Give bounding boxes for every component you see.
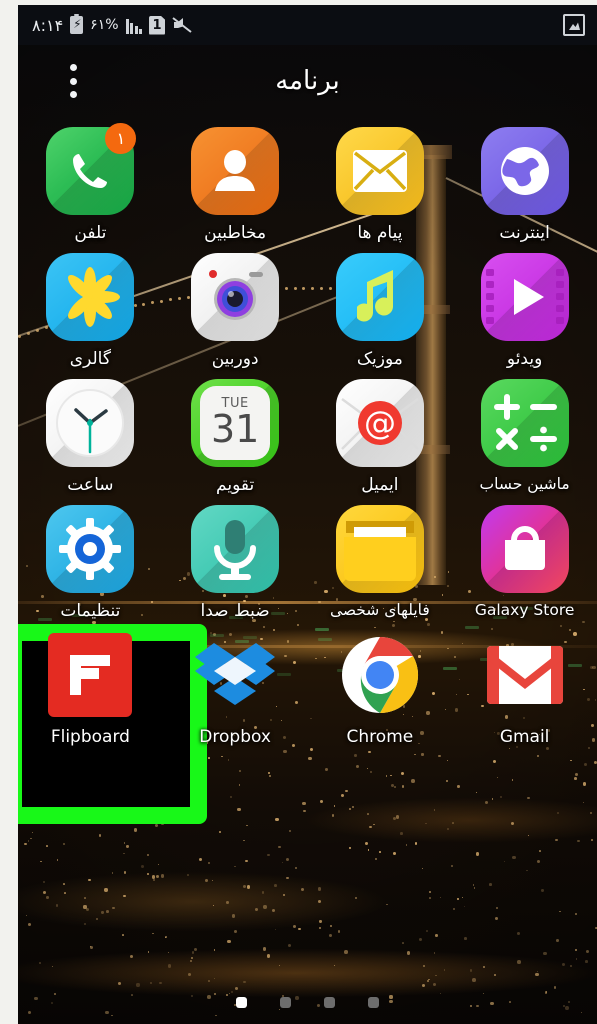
music-icon	[334, 251, 426, 343]
calendar-icon: TUE 31	[189, 377, 281, 469]
drawer-header: برنامه	[18, 45, 597, 117]
status-bar: ۸:۱۴ ⚡ ۶۱% 1	[18, 5, 597, 45]
page-dot[interactable]	[368, 997, 379, 1008]
app-icon-dropbox[interactable]: Dropbox	[163, 621, 308, 747]
svg-text:@: @	[364, 404, 396, 442]
app-label: فایلهای شخصی	[329, 601, 430, 619]
phone-icon: ۱	[44, 123, 137, 217]
app-label: تلفن	[74, 223, 107, 243]
page-title: برنامه	[275, 66, 340, 96]
app-icon-voice-recorder[interactable]: ضبط صدا	[163, 495, 308, 621]
signal-bars-icon	[125, 17, 143, 34]
app-label: ماشین حساب	[479, 475, 570, 493]
app-row: تنظیمات ضبط صدا فایلهای شخصی Galaxy Stor…	[18, 495, 597, 621]
app-label: Flipboard	[50, 727, 130, 747]
screenshot-image-icon	[563, 14, 585, 36]
app-icon-galaxy-store[interactable]: Galaxy Store	[452, 495, 597, 621]
settings-gear-icon	[44, 503, 136, 595]
app-label: Gmail	[499, 727, 550, 747]
status-bar-left: ۸:۱۴ ⚡ ۶۱% 1	[32, 14, 192, 35]
voice-recorder-icon	[189, 503, 281, 595]
app-label: Chrome	[346, 727, 414, 747]
app-grid: ۱ تلفن مخاطبین پیام ها اینترنت گالری دور…	[18, 117, 597, 747]
app-icon-flipboard[interactable]: Flipboard	[18, 621, 163, 747]
app-row: Flipboard Dropbox Chrome Gmail	[18, 621, 597, 747]
page-dot[interactable]	[236, 997, 247, 1008]
video-player-icon	[479, 251, 571, 343]
app-label: Galaxy Store	[474, 601, 575, 619]
gmail-icon	[479, 629, 571, 721]
camera-icon	[189, 251, 281, 343]
battery-charging-icon: ⚡	[70, 14, 84, 34]
app-label: ساعت	[67, 475, 114, 495]
sim-label: 1	[152, 17, 162, 33]
app-label: پیام ها	[357, 223, 403, 243]
app-row: ۱ تلفن مخاطبین پیام ها اینترنت	[18, 117, 597, 243]
app-icon-calculator[interactable]: ماشین حساب	[452, 369, 597, 495]
page-dot[interactable]	[280, 997, 291, 1008]
flipboard-icon	[44, 629, 136, 721]
app-icon-phone[interactable]: ۱ تلفن	[18, 117, 163, 243]
calendar-day: 31	[210, 406, 260, 451]
battery-percent: ۶۱%	[90, 17, 119, 33]
app-row: ساعت TUE 31 تقویم @ ایمیل ماشین حساب	[18, 369, 597, 495]
app-label: دوربین	[211, 349, 259, 369]
app-label: مخاطبین	[204, 223, 267, 243]
app-icon-music[interactable]: موزیک	[308, 243, 453, 369]
contacts-icon	[189, 125, 281, 217]
app-icon-clock[interactable]: ساعت	[18, 369, 163, 495]
phone-screen: ۸:۱۴ ⚡ ۶۱% 1 برنامه ۱ تلفن مخاطبین پیام …	[18, 5, 597, 1024]
my-files-folder-icon	[334, 503, 426, 595]
app-label: ویدئو	[506, 349, 543, 369]
app-label: اینترنت	[499, 223, 550, 243]
galaxy-store-icon	[479, 503, 571, 595]
app-label: Dropbox	[199, 727, 271, 747]
chrome-icon	[334, 629, 426, 721]
app-icon-contacts[interactable]: مخاطبین	[163, 117, 308, 243]
app-icon-email[interactable]: @ ایمیل	[308, 369, 453, 495]
calculator-icon	[479, 377, 571, 469]
app-icon-calendar[interactable]: TUE 31 تقویم	[163, 369, 308, 495]
app-icon-gallery[interactable]: گالری	[18, 243, 163, 369]
app-icon-camera[interactable]: دوربین	[163, 243, 308, 369]
app-icon-gmail[interactable]: Gmail	[452, 621, 597, 747]
app-icon-chrome[interactable]: Chrome	[308, 621, 453, 747]
status-time: ۸:۱۴	[32, 15, 64, 35]
app-icon-settings[interactable]: تنظیمات	[18, 495, 163, 621]
app-label: ایمیل	[361, 475, 399, 495]
app-label: تنظیمات	[60, 601, 121, 621]
app-icon-my-files[interactable]: فایلهای شخصی	[308, 495, 453, 621]
internet-browser-icon	[479, 125, 571, 217]
dropbox-icon	[189, 629, 281, 721]
gallery-icon	[44, 251, 136, 343]
app-label: گالری	[69, 349, 111, 369]
status-bar-right	[563, 14, 585, 36]
app-icon-messages[interactable]: پیام ها	[308, 117, 453, 243]
clock-icon	[44, 377, 136, 469]
app-icon-internet[interactable]: اینترنت	[452, 117, 597, 243]
more-options-icon[interactable]	[60, 61, 86, 101]
app-icon-video[interactable]: ویدئو	[452, 243, 597, 369]
page-dot[interactable]	[324, 997, 335, 1008]
page-indicator[interactable]	[18, 997, 597, 1008]
app-row: گالری دوربین موزیک ویدئو	[18, 243, 597, 369]
email-icon: @	[334, 377, 426, 469]
app-label: تقویم	[216, 475, 255, 495]
app-label: موزیک	[356, 349, 403, 369]
messages-icon	[334, 125, 426, 217]
app-label: ضبط صدا	[200, 601, 270, 621]
sound-mute-icon	[172, 16, 192, 34]
sim-card-icon: 1	[149, 15, 166, 35]
